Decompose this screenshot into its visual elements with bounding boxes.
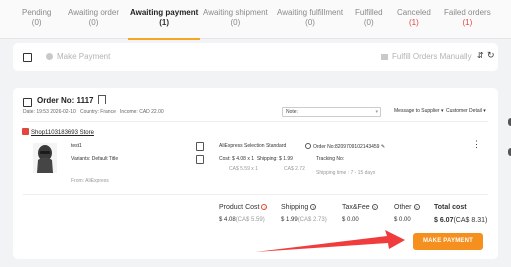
annotation-arrow — [255, 230, 405, 252]
